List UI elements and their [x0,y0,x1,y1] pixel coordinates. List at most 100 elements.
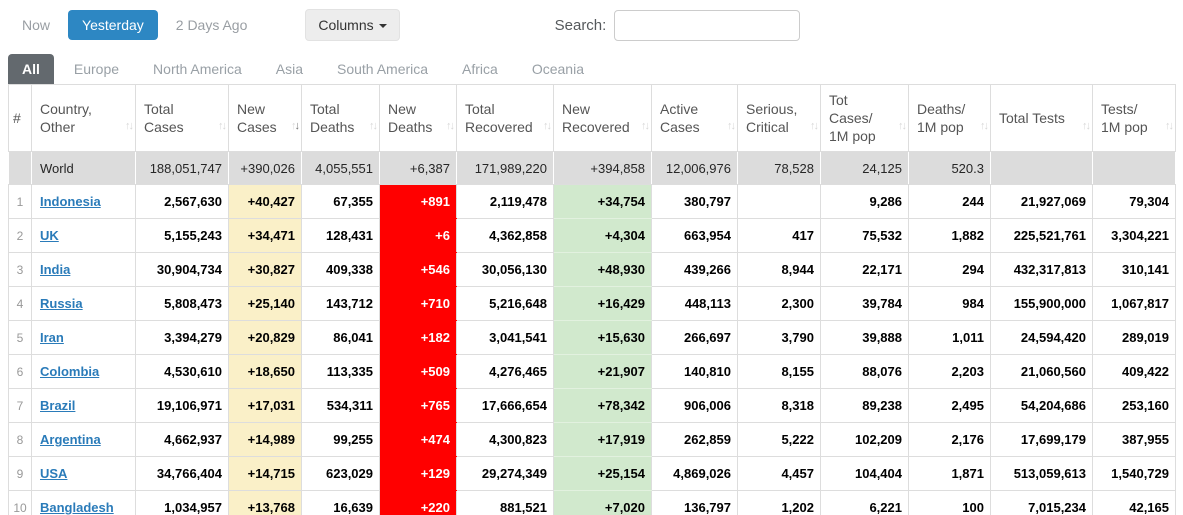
header-cell-country[interactable]: Country, Other ↑↓ [31,84,136,152]
cell-num: 3 [8,252,32,287]
cell-new_cases: +13,768 [228,490,302,515]
sort-icon: ↑↓ [641,120,650,132]
cell-new_deaths: +182 [379,320,457,355]
header-cell-tot_cases_1m[interactable]: Tot Cases/ 1M pop ↑↓ [820,84,909,152]
tab-europe[interactable]: Europe [60,54,133,84]
header-cell-total_deaths[interactable]: Total Deaths ↑↓ [301,84,380,152]
header-cell-total_recovered[interactable]: Total Recovered ↑↓ [456,84,554,152]
country-link[interactable]: India [40,262,70,277]
cell-tests_1m: 409,422 [1092,354,1176,389]
cell-num: 10 [8,490,32,515]
header-cell-total_cases[interactable]: Total Cases ↑↓ [135,84,229,152]
columns-dropdown-button[interactable]: Columns [305,9,400,41]
cell-active_cases: 439,266 [651,252,738,287]
cell-tot_cases_1m: 89,238 [820,388,909,423]
sort-icon: ↑↓ [898,120,907,132]
country-link[interactable]: Bangladesh [40,500,114,515]
tab-oceania[interactable]: Oceania [518,54,598,84]
country-link[interactable]: Russia [40,296,83,311]
cell-new_cases: +17,031 [228,388,302,423]
view-button-now[interactable]: Now [8,10,64,40]
search-label: Search: [554,16,607,34]
cell-total_deaths: 128,431 [301,218,380,253]
sort-icon: ↑↓ [980,120,989,132]
cell-total_deaths: 113,335 [301,354,380,389]
cell-total_tests: 155,900,000 [990,286,1093,321]
cell-total_deaths: 4,055,551 [301,151,380,185]
view-toggle-group: Now Yesterday 2 Days Ago [8,10,265,40]
table-row: 4 Russia 5,808,473 +25,140 143,712 +710 5,216,… [8,286,1176,321]
country-link[interactable]: Indonesia [40,194,101,209]
header-cell-deaths_1m[interactable]: Deaths/ 1M pop ↑↓ [908,84,991,152]
cell-total_tests: 21,927,069 [990,184,1093,219]
tab-south-america[interactable]: South America [323,54,442,84]
country-link[interactable]: Iran [40,330,64,345]
cell-new_cases: +18,650 [228,354,302,389]
country-link[interactable]: Brazil [40,398,75,413]
header-cell-tests_1m[interactable]: Tests/ 1M pop ↑↓ [1092,84,1176,152]
header-cell-serious_critical[interactable]: Serious, Critical ↑↓ [737,84,821,152]
header-label: Total Cases [144,101,184,135]
tab-all[interactable]: All [8,54,54,84]
cell-active_cases: 12,006,976 [651,151,738,185]
country-link[interactable]: UK [40,228,59,243]
cell-new_deaths: +6 [379,218,457,253]
sort-icon: ↑↓ [291,120,300,132]
cell-deaths_1m: 1,882 [908,218,991,253]
cell-tests_1m: 289,019 [1092,320,1176,355]
header-cell-new_recovered[interactable]: New Recovered ↑↓ [553,84,652,152]
cell-country: Indonesia [31,184,136,219]
cell-total_deaths: 409,338 [301,252,380,287]
sort-icon: ↑↓ [369,120,378,132]
cell-deaths_1m: 1,871 [908,456,991,491]
country-link[interactable]: Argentina [40,432,101,447]
cell-new_cases: +30,827 [228,252,302,287]
cell-total_recovered: 4,276,465 [456,354,554,389]
country-link[interactable]: USA [40,466,67,481]
header-label: Country, Other [40,101,92,135]
cell-new_deaths: +6,387 [379,151,457,185]
country-link[interactable]: Colombia [40,364,99,379]
cell-active_cases: 140,810 [651,354,738,389]
view-button-2-days-ago[interactable]: 2 Days Ago [162,10,262,40]
table-row: 8 Argentina 4,662,937 +14,989 99,255 +474 4,30… [8,422,1176,457]
cell-serious_critical: 78,528 [737,151,821,185]
cell-serious_critical: 3,790 [737,320,821,355]
cell-total_tests: 513,059,613 [990,456,1093,491]
cell-tests_1m: 1,067,817 [1092,286,1176,321]
cell-tests_1m: 3,304,221 [1092,218,1176,253]
table-row: 6 Colombia 4,530,610 +18,650 113,335 +509 4,27… [8,354,1176,389]
cell-total_recovered: 171,989,220 [456,151,554,185]
cell-new_deaths: +129 [379,456,457,491]
search-input[interactable] [614,9,801,41]
header-label: New Recovered [562,101,630,135]
cell-num: 8 [8,422,32,457]
cell-deaths_1m: 520.3 [908,151,991,185]
cell-serious_critical: 8,318 [737,388,821,423]
cell-new_recovered: +7,020 [553,490,652,515]
header-label: Total Recovered [465,101,533,135]
cell-new_deaths: +474 [379,422,457,457]
cell-new_deaths: +509 [379,354,457,389]
view-button-yesterday[interactable]: Yesterday [68,10,158,40]
cell-total_cases: 1,034,957 [135,490,229,515]
tab-africa[interactable]: Africa [448,54,512,84]
cell-total_cases: 5,155,243 [135,218,229,253]
cell-total_deaths: 623,029 [301,456,380,491]
header-cell-new_cases[interactable]: New Cases ↑↓ [228,84,302,152]
caret-down-icon [378,24,387,29]
cell-tot_cases_1m: 104,404 [820,456,909,491]
cell-serious_critical: 1,202 [737,490,821,515]
header-label: Serious, Critical [746,101,798,135]
tab-asia[interactable]: Asia [262,54,317,84]
cell-total_cases: 34,766,404 [135,456,229,491]
table-row: 5 Iran 3,394,279 +20,829 86,041 +182 3,041,541… [8,320,1176,355]
header-cell-total_tests[interactable]: Total Tests ↑↓ [990,84,1093,152]
covid-stats-table: # Country, Other ↑↓ Total Cases ↑↓ New Cases ↑… [8,84,1176,515]
cell-total_deaths: 143,712 [301,286,380,321]
sort-icon: ↑↓ [543,120,552,132]
tab-north-america[interactable]: North America [139,54,256,84]
header-cell-new_deaths[interactable]: New Deaths ↑↓ [379,84,457,152]
header-label: Total Tests [999,110,1065,126]
header-cell-active_cases[interactable]: Active Cases ↑↓ [651,84,738,152]
